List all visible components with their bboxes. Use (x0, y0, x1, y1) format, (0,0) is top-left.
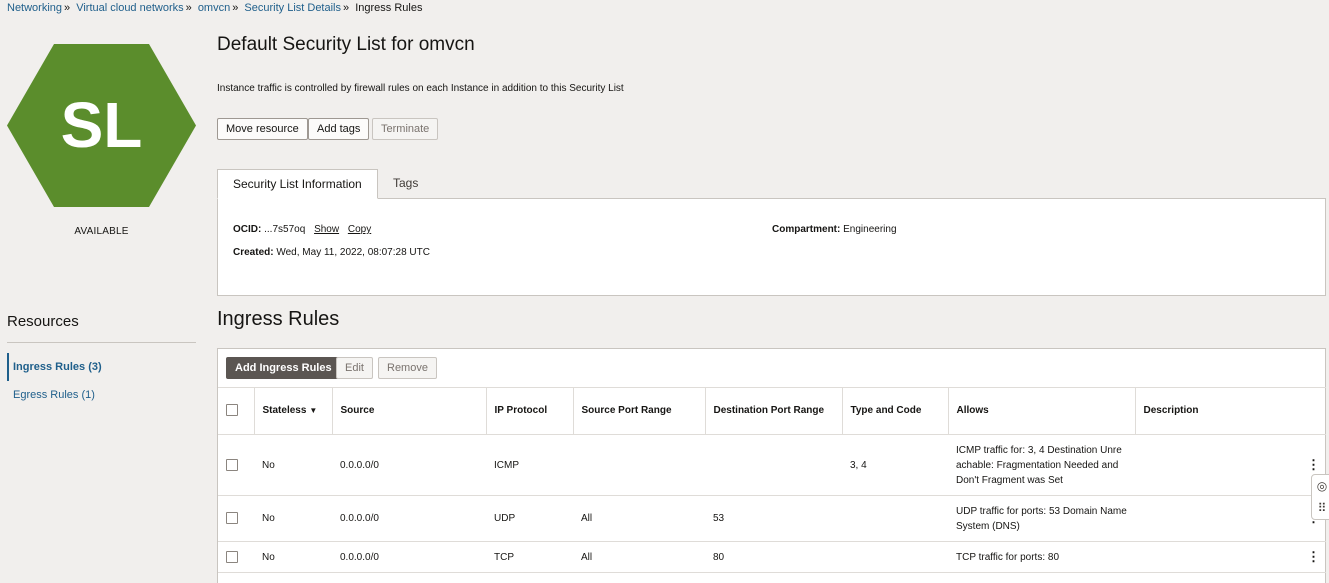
help-lifebuoy-icon: ◎ (1316, 479, 1328, 493)
resources-heading: Resources (7, 313, 79, 330)
compartment-label: Compartment: (772, 224, 841, 235)
cell-description: ⋮ (1135, 495, 1326, 542)
resource-badge: SL (7, 44, 196, 207)
header-destination-port-range: Destination Port Range (704, 387, 842, 435)
cell-description: ⋮ (1135, 541, 1326, 573)
add-ingress-rules-button[interactable]: Add Ingress Rules (226, 357, 341, 379)
ocid-label: OCID: (233, 224, 262, 235)
table-row: No 0.0.0.0/0 ICMP 3, 4 ICMP traffic for:… (218, 434, 1326, 496)
cell-source: 0.0.0.0/0 (332, 495, 486, 542)
header-source-port-range: Source Port Range (572, 387, 705, 435)
header-type-and-code: Type and Code (841, 387, 948, 435)
ingress-rules-table: Stateless ▼ Source IP Protocol Source Por… (218, 387, 1326, 573)
cell-source: 0.0.0.0/0 (332, 541, 486, 573)
cell-ip-protocol: ICMP (486, 434, 573, 496)
cell-source: 0.0.0.0/0 (332, 434, 486, 496)
header-stateless-label: Stateless (262, 405, 307, 416)
section-title: Ingress Rules (217, 308, 340, 330)
created-label: Created: (233, 247, 274, 258)
breadcrumb-separator: » (232, 2, 239, 14)
header-select-all (218, 387, 254, 435)
table-row: No 0.0.0.0/0 UDP All 53 UDP traffic for … (218, 495, 1326, 542)
edit-button[interactable]: Edit (336, 357, 373, 379)
cell-stateless: No (254, 434, 332, 496)
status-label: AVAILABLE (74, 226, 129, 237)
header-allows: Allows (947, 387, 1135, 435)
cell-type-and-code (842, 495, 948, 542)
kebab-menu-icon[interactable]: ⋮ (1307, 458, 1320, 471)
created-value: Wed, May 11, 2022, 08:07:28 UTC (276, 247, 430, 258)
kebab-menu-icon[interactable]: ⋮ (1307, 550, 1320, 563)
row-checkbox[interactable] (226, 550, 238, 563)
compartment-row: Compartment: Engineering (772, 224, 897, 235)
help-widget[interactable]: ◎ ⠿ (1311, 474, 1329, 520)
cell-destination-port-range (705, 434, 842, 496)
breadcrumb: Networking» Virtual cloud networks» omvc… (7, 2, 422, 14)
page-title: Default Security List for omvcn (217, 34, 475, 55)
ocid-show-link[interactable]: Show (314, 224, 339, 235)
table-row: No 0.0.0.0/0 TCP All 80 TCP traffic for … (218, 541, 1326, 573)
cell-destination-port-range: 53 (705, 495, 842, 542)
remove-button[interactable]: Remove (378, 357, 437, 379)
cell-stateless: No (254, 495, 332, 542)
tab-security-list-information[interactable]: Security List Information (217, 169, 378, 199)
created-row: Created: Wed, May 11, 2022, 08:07:28 UTC (233, 247, 430, 258)
ocid-row: OCID: ...7s57oq Show Copy (233, 224, 371, 235)
cell-source-port-range (573, 434, 705, 496)
cell-destination-port-range: 80 (705, 541, 842, 573)
row-checkbox[interactable] (226, 512, 238, 525)
breadcrumb-virtual-cloud-networks[interactable]: Virtual cloud networks (76, 2, 183, 14)
cell-type-and-code (842, 541, 948, 573)
resources-divider (7, 342, 196, 343)
cell-type-and-code: 3, 4 (842, 434, 948, 496)
select-all-checkbox[interactable] (226, 404, 238, 417)
ocid-value: ...7s57oq (264, 224, 306, 235)
cell-source-port-range: All (573, 541, 705, 573)
table-header-row: Stateless ▼ Source IP Protocol Source Por… (218, 387, 1326, 435)
header-stateless[interactable]: Stateless ▼ (253, 387, 332, 435)
drag-handle-icon: ⠿ (1317, 501, 1327, 515)
sidebar-item-egress-rules[interactable]: Egress Rules (1) (7, 382, 95, 408)
tab-tags[interactable]: Tags (378, 169, 433, 199)
header-ip-protocol: IP Protocol (485, 387, 573, 435)
row-checkbox[interactable] (226, 458, 238, 471)
info-panel: OCID: ...7s57oq Show Copy Created: Wed, … (217, 198, 1326, 296)
terminate-button[interactable]: Terminate (372, 118, 439, 140)
cell-ip-protocol: TCP (486, 541, 573, 573)
badge-initials: SL (61, 89, 143, 161)
add-tags-button[interactable]: Add tags (308, 118, 370, 140)
breadcrumb-separator: » (64, 2, 71, 14)
breadcrumb-separator: » (343, 2, 350, 14)
header-source: Source (331, 387, 486, 435)
cell-allows: ICMP traffic for: 3, 4 Destination Unrea… (948, 434, 1135, 496)
breadcrumb-networking[interactable]: Networking (7, 2, 62, 14)
breadcrumb-security-list-details[interactable]: Security List Details (244, 2, 341, 14)
caret-down-icon: ▼ (309, 406, 318, 415)
header-description: Description (1134, 387, 1326, 435)
breadcrumb-separator: » (185, 2, 192, 14)
sidebar-item-ingress-rules[interactable]: Ingress Rules (3) (7, 353, 102, 381)
cell-source-port-range: All (573, 495, 705, 542)
breadcrumb-current: Ingress Rules (355, 2, 423, 14)
page-description: Instance traffic is controlled by firewa… (217, 83, 624, 94)
compartment-value: Engineering (843, 224, 897, 235)
breadcrumb-omvcn[interactable]: omvcn (198, 2, 230, 14)
ingress-rules-panel: Add Ingress Rules Edit Remove Stateless ▼… (217, 348, 1326, 583)
move-resource-button[interactable]: Move resource (217, 118, 308, 140)
cell-stateless: No (254, 541, 332, 573)
cell-ip-protocol: UDP (486, 495, 573, 542)
cell-allows: UDP traffic for ports: 53 Domain Name Sy… (948, 495, 1135, 542)
cell-allows: TCP traffic for ports: 80 (948, 541, 1135, 573)
cell-description: ⋮ (1135, 434, 1326, 496)
ocid-copy-link[interactable]: Copy (348, 224, 371, 235)
